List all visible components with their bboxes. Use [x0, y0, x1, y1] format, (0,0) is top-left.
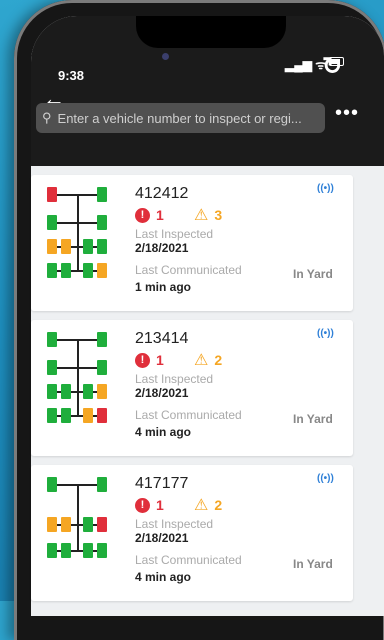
- tire-green[interactable]: [97, 187, 107, 202]
- last-communicated-time: 4 min ago: [135, 425, 192, 439]
- axle-diagram: [47, 332, 127, 423]
- tire-green[interactable]: [97, 215, 107, 230]
- axle-spine: [77, 194, 79, 270]
- tire-orange[interactable]: [97, 263, 107, 278]
- tire-green[interactable]: [47, 384, 57, 399]
- vehicle-card[interactable]: 213414! 1 ⚠ 2 Last Inspected 2/18/2021 Last Co…: [31, 320, 353, 456]
- critical-count: 1: [156, 352, 164, 368]
- warning-count: 3: [214, 207, 223, 223]
- camera-icon: [162, 53, 169, 60]
- warning-count: 2: [214, 352, 223, 368]
- warning-icon: ⚠: [194, 207, 209, 224]
- vehicle-number: 412412: [135, 185, 189, 202]
- tire-green[interactable]: [97, 543, 107, 558]
- last-inspected-label: Last Inspected: [135, 372, 214, 386]
- tire-green[interactable]: [83, 384, 93, 399]
- tire-green[interactable]: [47, 215, 57, 230]
- last-inspected-label: Last Inspected: [135, 227, 214, 241]
- vehicle-card[interactable]: 412412! 1 ⚠ 3 Last Inspected 2/18/2021 Last Co…: [31, 175, 353, 311]
- location-status: In Yard: [293, 557, 333, 571]
- tire-orange[interactable]: [61, 517, 71, 532]
- axle-spine: [77, 339, 79, 415]
- tire-red[interactable]: [47, 187, 57, 202]
- tire-green[interactable]: [61, 408, 71, 423]
- last-inspected-label: Last Inspected: [135, 517, 214, 531]
- axle-diagram: [47, 187, 127, 278]
- alert-counts: ! 1 ⚠ 2: [135, 495, 222, 515]
- tire-orange[interactable]: [61, 239, 71, 254]
- warning-icon: ⚠: [194, 352, 209, 369]
- axle-spine: [77, 484, 79, 550]
- tire-orange[interactable]: [47, 239, 57, 254]
- more-icon: •••: [335, 102, 360, 124]
- telematics-signal-icon: ((•)): [317, 328, 334, 339]
- alert-counts: ! 1 ⚠ 2: [135, 350, 222, 370]
- last-inspected-date: 2/18/2021: [135, 531, 189, 545]
- top-bar: 9:38 ▂▄▆ ᯤ ← ↻ ⚲ •••: [31, 16, 384, 166]
- location-status: In Yard: [293, 267, 333, 281]
- last-communicated-time: 1 min ago: [135, 280, 192, 294]
- last-communicated-label: Last Communicated: [135, 553, 242, 567]
- telematics-signal-icon: ((•)): [317, 183, 334, 194]
- vehicle-card[interactable]: 417177! 1 ⚠ 2 Last Inspected 2/18/2021 Last Co…: [31, 465, 353, 601]
- tire-green[interactable]: [47, 408, 57, 423]
- location-status: In Yard: [293, 412, 333, 426]
- critical-count: 1: [156, 497, 164, 513]
- tire-green[interactable]: [97, 332, 107, 347]
- refresh-icon: ↻: [322, 53, 343, 80]
- tire-green[interactable]: [47, 332, 57, 347]
- tire-green[interactable]: [83, 239, 93, 254]
- tire-green[interactable]: [61, 384, 71, 399]
- last-inspected-date: 2/18/2021: [135, 241, 189, 255]
- status-time: 9:38: [58, 68, 85, 83]
- last-inspected-date: 2/18/2021: [135, 386, 189, 400]
- search-icon: ⚲: [42, 110, 52, 125]
- tire-green[interactable]: [97, 477, 107, 492]
- tire-orange[interactable]: [97, 384, 107, 399]
- tire-orange[interactable]: [47, 517, 57, 532]
- critical-alert-icon: !: [135, 207, 150, 223]
- tire-green[interactable]: [47, 263, 57, 278]
- more-options-button[interactable]: •••: [335, 102, 359, 125]
- tire-green[interactable]: [47, 477, 57, 492]
- tire-red[interactable]: [97, 408, 107, 423]
- last-communicated-label: Last Communicated: [135, 263, 242, 277]
- tire-orange[interactable]: [83, 408, 93, 423]
- axle-diagram: [47, 477, 127, 567]
- warning-count: 2: [214, 497, 223, 513]
- last-communicated-time: 4 min ago: [135, 570, 192, 584]
- tire-green[interactable]: [61, 543, 71, 558]
- tire-green[interactable]: [97, 360, 107, 375]
- tire-green[interactable]: [83, 517, 93, 532]
- vehicle-search-bar[interactable]: ⚲: [36, 103, 325, 133]
- critical-count: 1: [156, 207, 164, 223]
- refresh-button[interactable]: ↻: [322, 52, 342, 81]
- critical-alert-icon: !: [135, 352, 150, 368]
- vehicle-number: 417177: [135, 475, 189, 492]
- tire-green[interactable]: [83, 543, 93, 558]
- search-input[interactable]: [55, 109, 322, 127]
- critical-alert-icon: !: [135, 497, 150, 513]
- telematics-signal-icon: ((•)): [317, 473, 334, 484]
- vehicle-number: 213414: [135, 330, 189, 347]
- tire-green[interactable]: [97, 239, 107, 254]
- device-notch: [136, 16, 286, 48]
- tire-red[interactable]: [97, 517, 107, 532]
- tire-green[interactable]: [83, 263, 93, 278]
- warning-icon: ⚠: [194, 497, 209, 514]
- tire-green[interactable]: [47, 360, 57, 375]
- last-communicated-label: Last Communicated: [135, 408, 242, 422]
- tire-green[interactable]: [61, 263, 71, 278]
- signal-wifi-icon: ▂▄▆ ᯤ: [285, 58, 327, 72]
- alert-counts: ! 1 ⚠ 3: [135, 205, 222, 225]
- tire-green[interactable]: [47, 543, 57, 558]
